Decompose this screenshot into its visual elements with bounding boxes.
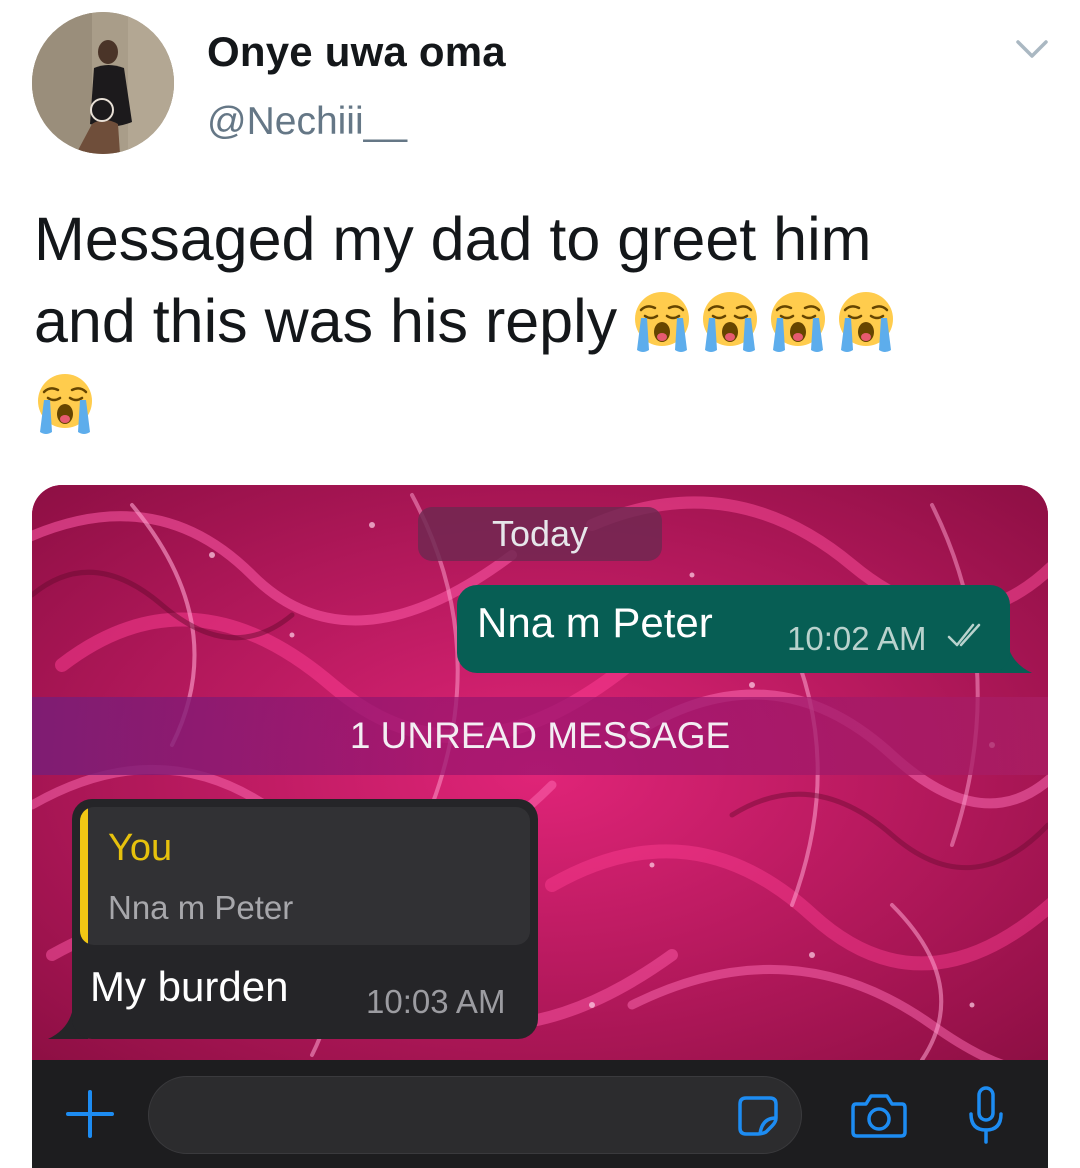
quoted-reply[interactable]: You Nna m Peter bbox=[80, 807, 530, 945]
unread-messages-banner: 1 UNREAD MESSAGE bbox=[32, 697, 1048, 775]
quote-author: You bbox=[108, 827, 173, 869]
tweet-text-line-2: and this was his reply bbox=[34, 280, 1044, 362]
incoming-message[interactable]: You Nna m Peter My burden 10:03 AM bbox=[72, 799, 538, 1039]
camera-icon[interactable] bbox=[850, 1090, 908, 1140]
loudly-crying-face-icon bbox=[635, 292, 690, 352]
microphone-icon[interactable] bbox=[966, 1084, 1006, 1148]
tweet-text: Messaged my dad to greet him and this wa… bbox=[34, 198, 1044, 444]
avatar[interactable] bbox=[32, 12, 174, 154]
avatar-photo bbox=[32, 12, 174, 154]
user-handle[interactable]: @Nechiii__ bbox=[207, 100, 407, 144]
quote-accent-bar bbox=[80, 807, 88, 945]
chat-screenshot: Today Nna m Peter 10:02 AM 1 UNREAD MESS… bbox=[32, 485, 1048, 1168]
tweet-text-line-2-words: and this was his reply bbox=[34, 287, 618, 355]
outgoing-message-text: Nna m Peter bbox=[477, 599, 713, 646]
chat-input-bar bbox=[32, 1060, 1048, 1168]
tweet-screenshot: Onye uwa oma @Nechiii__ Messaged my dad … bbox=[0, 0, 1080, 1168]
outgoing-message[interactable]: Nna m Peter 10:02 AM bbox=[457, 585, 1010, 673]
outgoing-message-time: 10:02 AM bbox=[787, 620, 927, 657]
loudly-crying-face-icon bbox=[38, 374, 92, 434]
plus-icon[interactable] bbox=[62, 1086, 118, 1142]
tweet-text-line-1: Messaged my dad to greet him bbox=[34, 205, 872, 273]
loudly-crying-face-icon bbox=[771, 292, 826, 352]
sticker-icon[interactable] bbox=[736, 1094, 780, 1138]
display-name[interactable]: Onye uwa oma bbox=[207, 28, 506, 76]
quote-text: Nna m Peter bbox=[108, 889, 294, 926]
message-input[interactable] bbox=[148, 1076, 802, 1154]
loudly-crying-face-icon bbox=[839, 292, 894, 352]
incoming-message-time: 10:03 AM bbox=[366, 983, 506, 1020]
incoming-message-text: My burden bbox=[90, 963, 289, 1010]
chevron-down-icon[interactable] bbox=[1012, 34, 1052, 66]
date-separator: Today bbox=[418, 507, 662, 561]
double-check-icon bbox=[947, 623, 981, 647]
tweet-text-line-3 bbox=[34, 362, 1044, 444]
loudly-crying-face-icon bbox=[703, 292, 758, 352]
